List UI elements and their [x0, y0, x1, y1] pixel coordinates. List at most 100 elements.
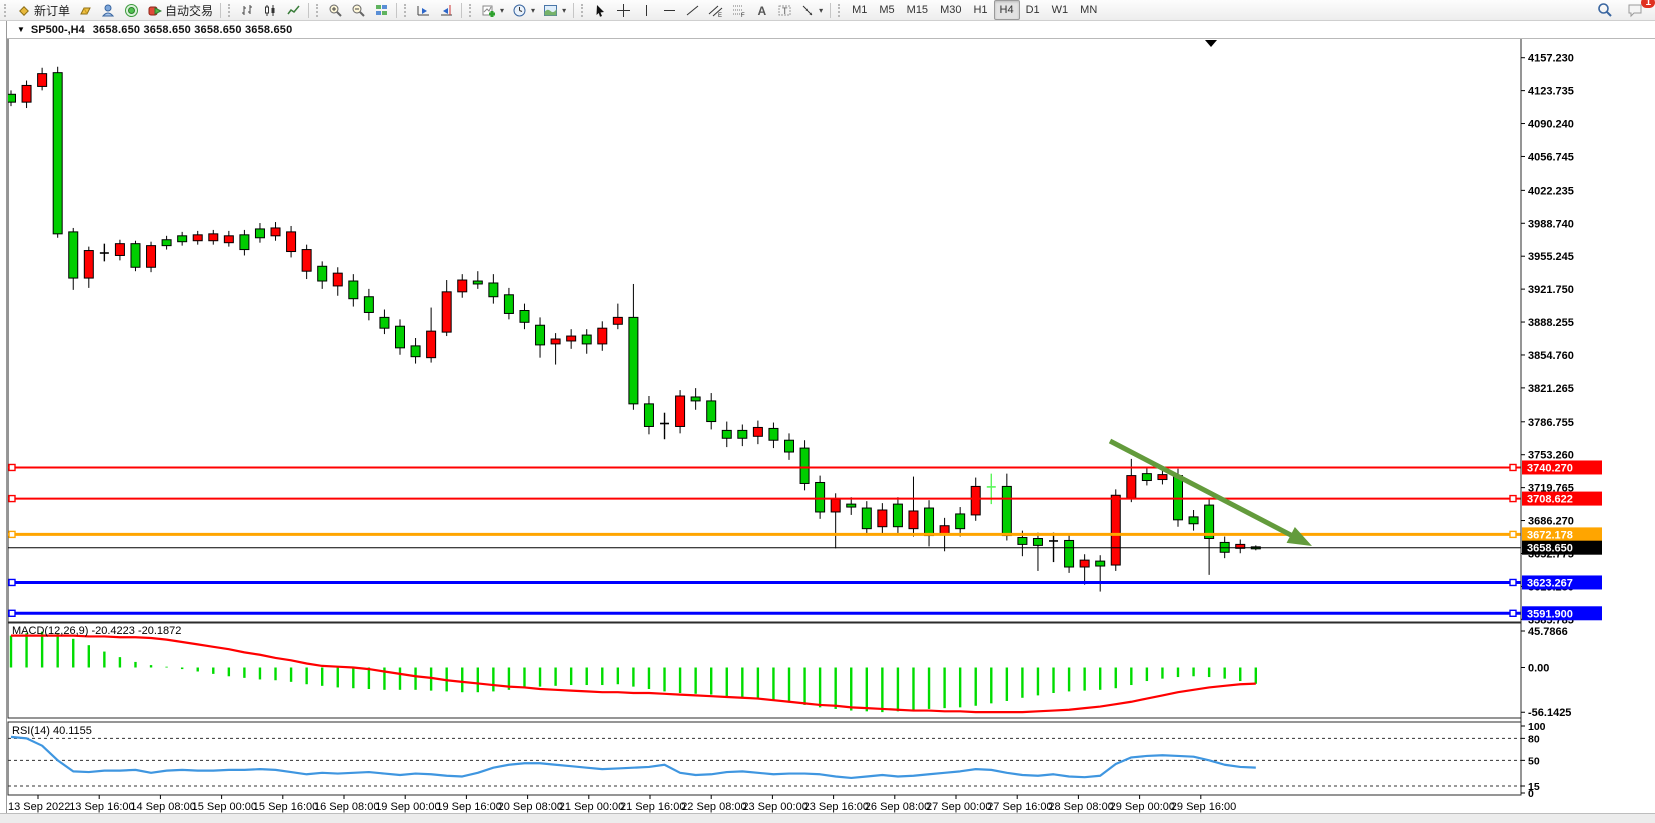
timeframe-button-m5[interactable]: M5 — [873, 0, 900, 20]
person-icon — [101, 3, 116, 18]
time-label[interactable]: 19 Sep 16:00 — [436, 801, 501, 813]
candle-body — [489, 283, 498, 297]
time-label[interactable]: 15 Sep 00:00 — [192, 801, 257, 813]
price-label-3740.270: 3740.270 — [1527, 462, 1573, 474]
autotrade-button[interactable]: 自动交易 — [143, 0, 217, 20]
signals-icon-button[interactable] — [120, 0, 143, 20]
indicators-button[interactable]: ▾ — [477, 0, 508, 20]
time-label[interactable]: 23 Sep 16:00 — [804, 801, 869, 813]
candle-body — [1033, 539, 1042, 546]
time-label[interactable]: 22 Sep 08:00 — [681, 801, 746, 813]
candle-body — [629, 317, 638, 403]
notifications-button[interactable]: 1 — [1623, 0, 1649, 20]
collapse-ohlc-icon[interactable]: ▼ — [17, 25, 25, 34]
price-tick-label: 3854.760 — [1528, 350, 1574, 362]
chevron-down-icon[interactable]: ▾ — [531, 6, 535, 15]
time-label[interactable]: 27 Sep 16:00 — [987, 801, 1052, 813]
time-label[interactable]: 20 Sep 08:00 — [498, 801, 563, 813]
price-tick-label: 3955.245 — [1528, 251, 1574, 263]
timeframe-button-h4[interactable]: H4 — [994, 0, 1020, 20]
template-button[interactable]: ▾ — [539, 0, 570, 20]
timeframe-button-m15[interactable]: M15 — [901, 0, 934, 20]
crosshair-button[interactable] — [612, 0, 635, 20]
time-label[interactable]: 26 Sep 08:00 — [865, 801, 930, 813]
line-chart-button[interactable] — [282, 0, 305, 20]
trendline-icon — [685, 3, 700, 18]
text-button[interactable]: A — [750, 0, 773, 20]
chevron-down-icon[interactable]: ▾ — [500, 6, 504, 15]
horizontal-line-button[interactable] — [658, 0, 681, 20]
periods-button[interactable]: ▾ — [508, 0, 539, 20]
toolbar-grip — [316, 4, 321, 17]
time-label[interactable]: 29 Sep 00:00 — [1110, 801, 1175, 813]
fibonacci-button[interactable]: F — [727, 0, 750, 20]
new-order-button-label: 新订单 — [34, 2, 70, 19]
bars-icon — [240, 3, 255, 18]
crosshair-icon — [616, 3, 631, 18]
level-handle-right[interactable] — [1510, 610, 1516, 616]
search-button[interactable] — [1593, 0, 1617, 20]
level-handle-right[interactable] — [1510, 579, 1516, 585]
time-label[interactable]: 21 Sep 16:00 — [620, 801, 685, 813]
candle-body — [707, 401, 716, 422]
candle-body — [333, 273, 342, 286]
timeframe-button-m30[interactable]: M30 — [934, 0, 967, 20]
toolbar-grip — [838, 4, 843, 17]
toolbox-icon-button[interactable] — [97, 0, 120, 20]
time-label[interactable]: 14 Sep 08:00 — [130, 801, 195, 813]
macd-label: MACD(12,26,9) -20.4223 -20.1872 — [12, 625, 181, 637]
price-tick-label: 4056.745 — [1528, 151, 1574, 163]
candle-body — [909, 511, 918, 529]
timeframe-button-d1[interactable]: D1 — [1020, 0, 1046, 20]
zoom-in-button[interactable] — [324, 0, 347, 20]
trendline-button[interactable] — [681, 0, 704, 20]
tile-windows-button[interactable] — [370, 0, 393, 20]
candle-body — [582, 335, 591, 344]
time-label[interactable]: 13 Sep 2022 — [8, 801, 70, 813]
market-watch-icon-button[interactable] — [74, 0, 97, 20]
time-label[interactable]: 16 Sep 08:00 — [314, 801, 379, 813]
vertical-line-button[interactable] — [635, 0, 658, 20]
time-label[interactable]: 21 Sep 00:00 — [559, 801, 624, 813]
chevron-down-icon[interactable]: ▾ — [819, 6, 823, 15]
new-order-button[interactable]: 新订单 — [12, 0, 74, 20]
timeframe-button-mn[interactable]: MN — [1074, 0, 1103, 20]
candle-body — [380, 317, 389, 328]
timeframe-button-m1[interactable]: M1 — [846, 0, 873, 20]
time-label[interactable]: 23 Sep 00:00 — [742, 801, 807, 813]
cursor-button[interactable] — [589, 0, 612, 20]
equidistant-channel-button[interactable]: E — [704, 0, 727, 20]
zoom-out-button[interactable] — [347, 0, 370, 20]
timeframe-button-w1[interactable]: W1 — [1046, 0, 1075, 20]
time-label[interactable]: 28 Sep 08:00 — [1048, 801, 1113, 813]
candle-body — [69, 232, 78, 278]
candle-body — [22, 85, 31, 102]
time-label[interactable]: 13 Sep 16:00 — [69, 801, 134, 813]
objects-button[interactable]: ▾ — [796, 0, 827, 20]
label-button[interactable]: T — [773, 0, 796, 20]
level-handle-left[interactable] — [9, 531, 15, 537]
price-tick-label: 3753.260 — [1528, 450, 1574, 462]
level-handle-right[interactable] — [1510, 496, 1516, 502]
candle-body — [427, 331, 436, 358]
bar-chart-button[interactable] — [236, 0, 259, 20]
timeframe-button-h1[interactable]: H1 — [967, 0, 993, 20]
chart-shift-button[interactable] — [435, 0, 458, 20]
time-label[interactable]: 29 Sep 16:00 — [1171, 801, 1236, 813]
level-handle-left[interactable] — [9, 610, 15, 616]
time-label[interactable]: 15 Sep 16:00 — [253, 801, 318, 813]
time-label[interactable]: 19 Sep 00:00 — [375, 801, 440, 813]
zoom-out-icon — [351, 3, 366, 18]
chart-canvas[interactable]: 4157.2304123.7354090.2404056.7454022.235… — [0, 0, 1655, 822]
level-handle-left[interactable] — [9, 496, 15, 502]
chevron-down-icon[interactable]: ▾ — [562, 6, 566, 15]
candle-chart-button[interactable] — [259, 0, 282, 20]
level-handle-left[interactable] — [9, 579, 15, 585]
level-handle-right[interactable] — [1510, 464, 1516, 470]
price-tick-label: 4123.735 — [1528, 86, 1574, 98]
level-handle-right[interactable] — [1510, 531, 1516, 537]
time-label[interactable]: 27 Sep 00:00 — [926, 801, 991, 813]
candle-body — [1096, 561, 1105, 566]
auto-scroll-button[interactable] — [412, 0, 435, 20]
level-handle-left[interactable] — [9, 464, 15, 470]
